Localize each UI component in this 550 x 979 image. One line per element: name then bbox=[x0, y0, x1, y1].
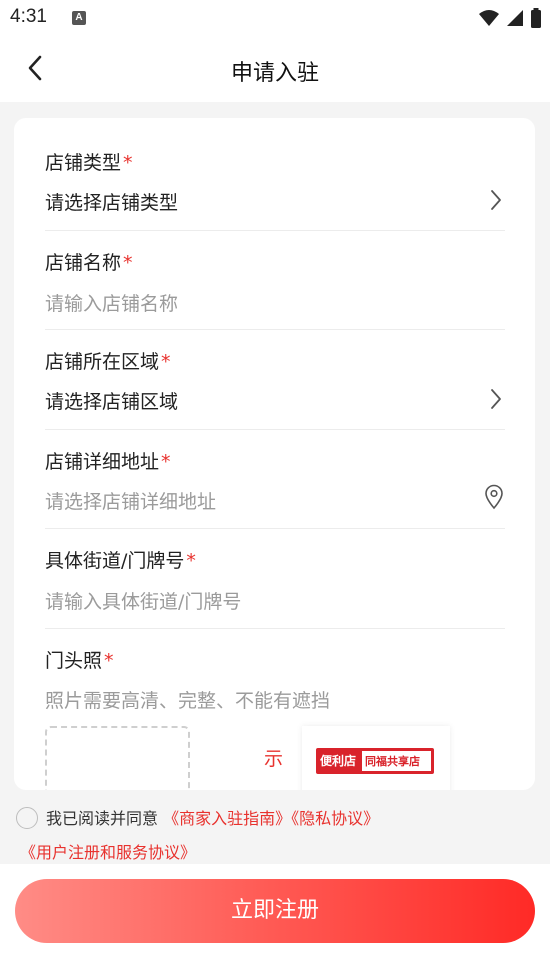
wifi-icon bbox=[479, 10, 499, 26]
privacy-link[interactable]: 《隐私协议》 bbox=[291, 809, 379, 828]
shop-region-select[interactable]: 请选择店铺区域 bbox=[45, 387, 178, 414]
required-mark: * bbox=[123, 252, 133, 274]
photo-upload-box[interactable] bbox=[45, 726, 190, 790]
storefront-photo-hint: 照片需要高清、完整、不能有遮挡 bbox=[45, 690, 331, 712]
shop-address-field[interactable]: 店铺详细地址 * 请选择店铺详细地址 bbox=[45, 447, 505, 529]
shop-name-label: 店铺名称 * bbox=[45, 252, 133, 274]
battery-icon bbox=[531, 8, 541, 28]
shop-region-field[interactable]: 店铺所在区域 * 请选择店铺区域 bbox=[45, 347, 505, 430]
bottom-bar: 立即注册 bbox=[0, 864, 550, 979]
example-sign: 便利店 同福共享店 bbox=[316, 748, 434, 774]
signal-icon bbox=[507, 10, 523, 26]
page-title: 申请入驻 bbox=[230, 61, 319, 86]
required-mark: * bbox=[186, 550, 196, 572]
merchant-guide-link[interactable]: 《商家入驻指南》 bbox=[163, 809, 291, 828]
location-pin-icon[interactable] bbox=[483, 484, 505, 510]
shop-address-label: 店铺详细地址 * bbox=[45, 451, 171, 473]
example-photo[interactable]: 便利店 同福共享店 bbox=[302, 726, 450, 790]
storefront-photo-label: 门头照 * bbox=[45, 650, 114, 672]
street-input[interactable]: 请输入具体街道/门牌号 bbox=[45, 587, 241, 614]
agree-radio[interactable] bbox=[16, 807, 38, 829]
example-sign-left: 便利店 bbox=[320, 754, 357, 768]
notification-icon: A bbox=[72, 11, 86, 25]
agreement-line: 我已阅读并同意 《商家入驻指南》《隐私协议》 bbox=[46, 802, 379, 835]
chevron-right-icon bbox=[491, 389, 501, 409]
example-sign-right: 同福共享店 bbox=[365, 755, 420, 768]
storefront-photo-field: 门头照 * 照片需要高清、完整、不能有遮挡 bbox=[45, 646, 505, 712]
street-label: 具体街道/门牌号 * bbox=[45, 550, 196, 572]
nav-bar: 申请入驻 bbox=[0, 36, 550, 102]
shop-name-field: 店铺名称 * 请输入店铺名称 bbox=[45, 248, 505, 330]
shop-type-label: 店铺类型 * bbox=[45, 152, 133, 174]
form-card: 店铺类型 * 请选择店铺类型 店铺名称 * 请输入店铺名称 店铺所在区域 * 请选择店… bbox=[14, 118, 535, 790]
shop-name-input[interactable]: 请输入店铺名称 bbox=[45, 289, 178, 316]
status-icons bbox=[478, 8, 542, 28]
status-time: 4:31 bbox=[10, 6, 47, 27]
register-button[interactable]: 立即注册 bbox=[15, 879, 535, 943]
chevron-right-icon bbox=[491, 190, 501, 210]
status-bar: 4:31 A bbox=[0, 0, 550, 36]
agreement-prefix: 我已阅读并同意 bbox=[46, 809, 159, 828]
shop-address-input[interactable]: 请选择店铺详细地址 bbox=[45, 487, 216, 514]
required-mark: * bbox=[161, 351, 171, 373]
street-field: 具体街道/门牌号 * 请输入具体街道/门牌号 bbox=[45, 546, 505, 629]
required-mark: * bbox=[161, 451, 171, 473]
shop-region-label: 店铺所在区域 * bbox=[45, 351, 171, 373]
shop-type-select[interactable]: 请选择店铺类型 bbox=[45, 188, 178, 215]
required-mark: * bbox=[123, 152, 133, 174]
shop-type-field[interactable]: 店铺类型 * 请选择店铺类型 bbox=[45, 148, 505, 231]
required-mark: * bbox=[104, 650, 114, 672]
example-label: 示 bbox=[264, 748, 284, 770]
